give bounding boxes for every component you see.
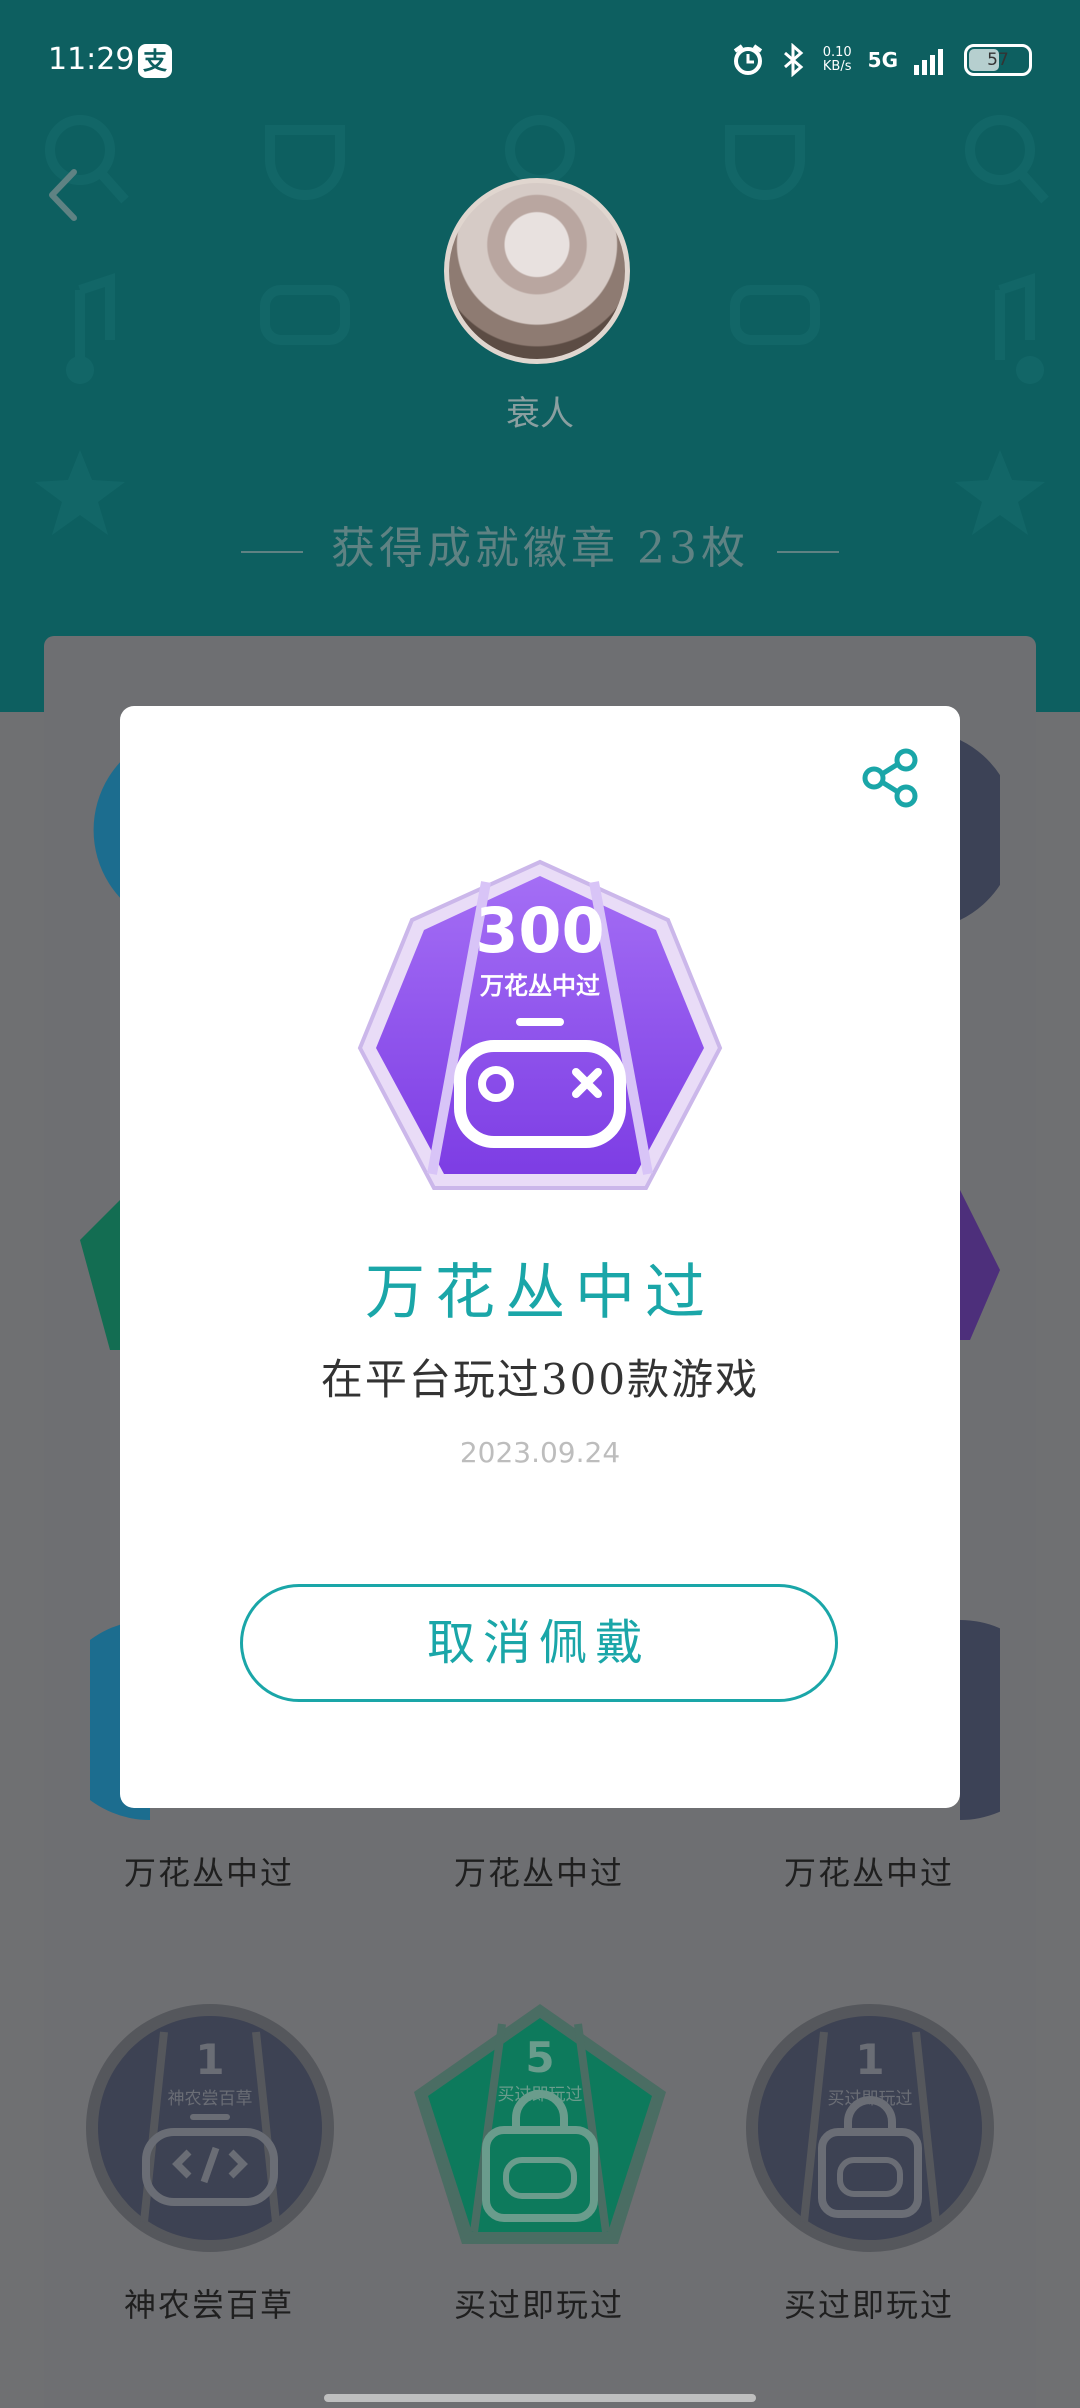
badge-label: 万花丛中过 (123, 1854, 294, 1892)
network-speed: 0.10 KB/s (822, 45, 852, 74)
badge-partial-right-1[interactable] (960, 740, 1000, 920)
achievement-dialog: 300 万花丛中过 万花丛中过 在平台玩过300款游戏 2023.09.24 取… (120, 706, 960, 1808)
badge-label: 买过即玩过 (453, 2286, 624, 2324)
badge-label: 万花丛中过 (783, 1854, 954, 1892)
badge-number: 1 (195, 2035, 224, 2084)
alipay-notification-icon: 支 (138, 44, 172, 78)
badge-partial-right-3[interactable] (960, 1620, 1000, 1820)
alarm-icon (733, 44, 762, 75)
badge-partial-right-2[interactable] (960, 1190, 1000, 1340)
status-bar: 11:29 支 0.10 KB/s 5G 57 (0, 0, 1080, 124)
badge-number: 5 (525, 2033, 554, 2082)
achievement-date: 2023.09.24 (459, 1436, 621, 1469)
home-indicator[interactable] (324, 2394, 756, 2402)
badge-label: 万花丛中过 (453, 1854, 624, 1892)
avatar[interactable] (444, 178, 630, 364)
back-arrow-icon[interactable] (40, 160, 90, 230)
username: 衰人 (506, 394, 574, 434)
battery-indicator: 57 (964, 44, 1032, 76)
badge-text: 神农尝百草 (168, 2089, 253, 2109)
badge-text: 万花丛中过 (480, 972, 600, 1000)
achievement-badge: 300 万花丛中过 (357, 859, 723, 1190)
cancel-wear-button[interactable]: 取消佩戴 (240, 1584, 838, 1702)
profile-header: 11:29 支 0.10 KB/s 5G 57 衰人 获得成就徽章 23枚 (0, 0, 1080, 712)
share-icon[interactable] (860, 748, 920, 808)
status-time: 11:29 (48, 42, 135, 77)
badge-label: 神农尝百草 (123, 2286, 294, 2324)
signal-icon (914, 49, 943, 75)
badge-label: 买过即玩过 (783, 2286, 954, 2324)
badge-maiguo-gray[interactable]: 1 买过即玩过 (744, 2002, 996, 2254)
badge-shennong[interactable]: 1 神农尝百草 (84, 2002, 336, 2254)
achievement-count-title: 获得成就徽章 23枚 (0, 512, 1080, 576)
badge-number: 300 (475, 894, 604, 967)
achievement-description: 在平台玩过300款游戏 (320, 1355, 760, 1404)
badge-maiguo-green[interactable]: 5 买过即玩过 (410, 2000, 670, 2248)
achievement-title: 万花丛中过 (365, 1258, 715, 1328)
network-type: 5G (867, 48, 898, 72)
badge-number: 1 (855, 2035, 884, 2084)
bluetooth-icon (783, 43, 803, 77)
